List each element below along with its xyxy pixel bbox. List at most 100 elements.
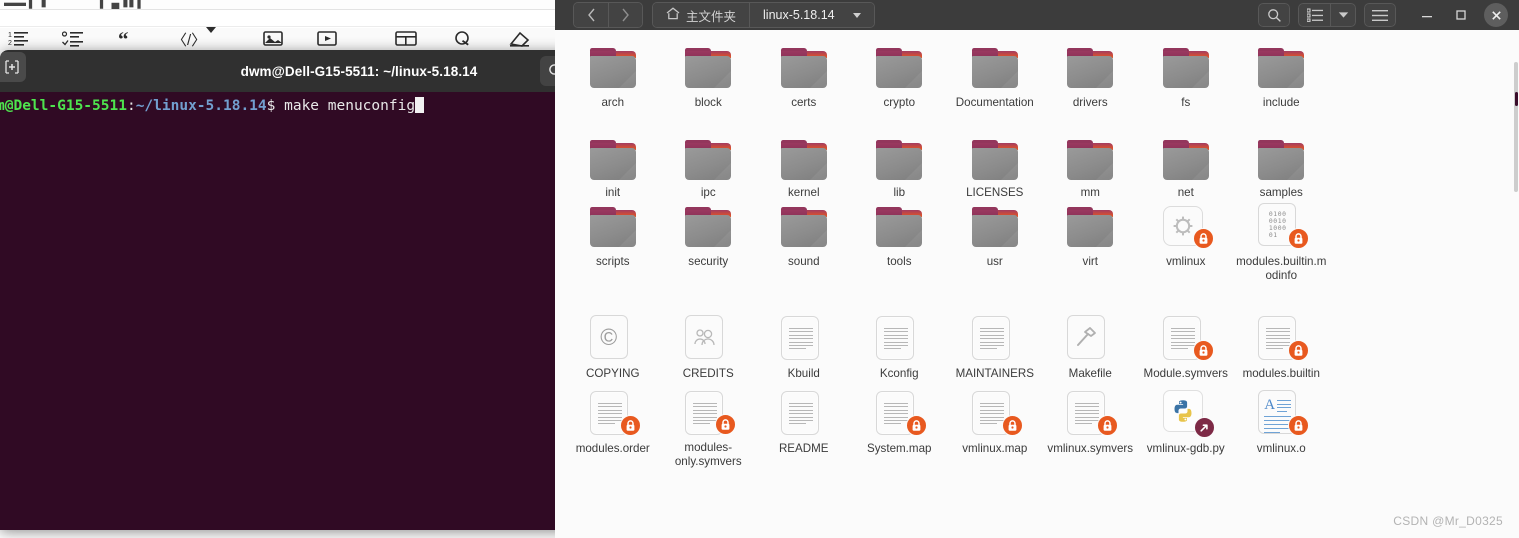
file-item[interactable]: block xyxy=(661,38,757,130)
executable-icon xyxy=(1162,203,1214,249)
binary-line: 01 xyxy=(1268,230,1278,239)
folder-icon xyxy=(780,136,827,180)
text-cursor xyxy=(415,97,425,113)
numbered-list-icon[interactable]: 12 xyxy=(8,28,34,50)
file-item[interactable]: Kbuild xyxy=(756,309,852,384)
file-label: Kconfig xyxy=(879,367,919,380)
file-label: vmlinux xyxy=(1166,255,1206,268)
file-item[interactable]: lib xyxy=(852,130,948,199)
file-grid-container[interactable]: arch block certs crypto Documentation dr… xyxy=(555,30,1519,538)
divider xyxy=(0,9,560,10)
view-mode-group xyxy=(1298,3,1356,27)
image-icon[interactable] xyxy=(263,28,289,50)
new-tab-icon[interactable] xyxy=(0,52,26,82)
file-item[interactable]: modules.builtin xyxy=(1234,309,1330,384)
svg-text:〈/〉: 〈/〉 xyxy=(172,32,198,48)
file-item[interactable]: fs xyxy=(1138,38,1234,130)
prompt-path: ~/linux-5.18.14 xyxy=(135,98,267,114)
file-item[interactable]: ipc xyxy=(661,130,757,199)
folder-icon xyxy=(1162,136,1209,180)
file-item[interactable]: A vmlinux.o xyxy=(1234,384,1330,459)
file-item[interactable]: virt xyxy=(1043,197,1139,289)
video-icon[interactable] xyxy=(317,28,343,50)
search-icon[interactable] xyxy=(1258,3,1290,27)
close-icon[interactable] xyxy=(1484,3,1508,27)
file-item[interactable]: 0100 0010 1000 01 modules.builtin.modinf… xyxy=(1234,197,1330,289)
file-item[interactable]: modules-only.symvers xyxy=(661,384,757,468)
code-icon[interactable]: 〈/〉 xyxy=(172,28,198,50)
file-item[interactable]: certs xyxy=(756,38,852,130)
file-item[interactable]: CREDITS xyxy=(661,309,757,384)
file-item[interactable]: net xyxy=(1138,130,1234,199)
eraser-icon[interactable] xyxy=(508,28,534,50)
file-item[interactable]: Kconfig xyxy=(852,309,948,384)
file-label: arch xyxy=(601,96,625,109)
back-arrow-icon[interactable] xyxy=(574,3,608,27)
file-item[interactable]: scripts xyxy=(565,197,661,289)
link-icon[interactable] xyxy=(452,28,478,50)
file-item[interactable]: System.map xyxy=(852,384,948,459)
breadcrumb-home[interactable]: 主文件夹 xyxy=(653,3,750,27)
file-item[interactable]: README xyxy=(756,384,852,459)
lock-badge-icon xyxy=(906,415,928,436)
file-label: MAINTAINERS xyxy=(955,367,1034,380)
file-item[interactable]: include xyxy=(1234,38,1330,130)
file-item[interactable]: tools xyxy=(852,197,948,289)
file-item[interactable]: usr xyxy=(947,197,1043,289)
file-label: vmlinux-gdb.py xyxy=(1146,442,1225,455)
forward-arrow-icon[interactable] xyxy=(608,3,642,27)
file-item[interactable]: MAINTAINERS xyxy=(947,309,1043,384)
file-item[interactable]: Makefile xyxy=(1043,309,1139,384)
menu-button-group xyxy=(1364,3,1396,27)
hamburger-menu-icon[interactable] xyxy=(1364,3,1396,27)
file-item[interactable]: drivers xyxy=(1043,38,1139,130)
file-label: certs xyxy=(791,96,817,109)
prompt-colon: : xyxy=(126,98,136,114)
file-item[interactable]: mm xyxy=(1043,130,1139,199)
view-mode-chevron-down-icon[interactable] xyxy=(1330,3,1356,27)
file-item[interactable]: Module.symvers xyxy=(1138,309,1234,384)
textdoc-file-icon: A xyxy=(1258,390,1310,436)
file-item[interactable]: init xyxy=(565,130,661,199)
file-item[interactable]: crypto xyxy=(852,38,948,130)
folder-icon xyxy=(971,44,1018,90)
list-view-icon[interactable] xyxy=(1298,3,1330,27)
file-label: Makefile xyxy=(1068,367,1112,380)
folder-icon xyxy=(780,203,827,249)
folder-icon xyxy=(876,136,923,180)
file-label: vmlinux.map xyxy=(962,442,1028,455)
table-icon[interactable] xyxy=(395,28,421,50)
maximize-icon[interactable] xyxy=(1444,0,1478,30)
file-item[interactable]: arch xyxy=(565,38,661,130)
folder-icon xyxy=(589,203,636,249)
file-item[interactable]: security xyxy=(661,197,757,289)
file-manager-scrollbar[interactable] xyxy=(1512,60,1518,538)
file-item[interactable]: sound xyxy=(756,197,852,289)
file-item[interactable]: vmlinux xyxy=(1138,197,1234,289)
text-file-icon xyxy=(1258,315,1310,361)
file-label: Kbuild xyxy=(787,367,820,380)
python-file-icon xyxy=(1162,390,1215,438)
file-item[interactable]: LICENSES xyxy=(947,130,1043,199)
file-manager-window: 主文件夹 linux-5.18.14 arch block certs cryp… xyxy=(555,0,1519,538)
file-item[interactable]: modules.order xyxy=(565,384,661,459)
folder-icon xyxy=(685,44,732,90)
chevron-down-icon[interactable] xyxy=(205,25,231,47)
file-item[interactable]: © COPYING xyxy=(565,309,661,384)
breadcrumb-current[interactable]: linux-5.18.14 xyxy=(749,3,874,27)
file-item[interactable]: kernel xyxy=(756,130,852,199)
file-item[interactable]: vmlinux-gdb.py xyxy=(1138,384,1234,459)
file-label: System.map xyxy=(867,442,932,455)
chevron-down-icon[interactable] xyxy=(852,12,861,18)
prompt-sigil: $ xyxy=(266,98,285,114)
minimize-icon[interactable] xyxy=(1410,0,1444,30)
file-item[interactable]: samples xyxy=(1234,130,1330,199)
file-item[interactable]: vmlinux.map xyxy=(947,384,1043,459)
file-item[interactable]: vmlinux.symvers xyxy=(1043,384,1139,459)
bullet-list-icon[interactable] xyxy=(62,28,88,50)
file-item[interactable]: Documentation xyxy=(947,38,1043,130)
file-manager-scrollbar-thumb[interactable] xyxy=(1514,62,1518,192)
terminal-command: make menuconfig xyxy=(284,98,416,114)
file-label: CREDITS xyxy=(682,367,734,380)
quote-icon[interactable]: “ xyxy=(118,28,144,50)
